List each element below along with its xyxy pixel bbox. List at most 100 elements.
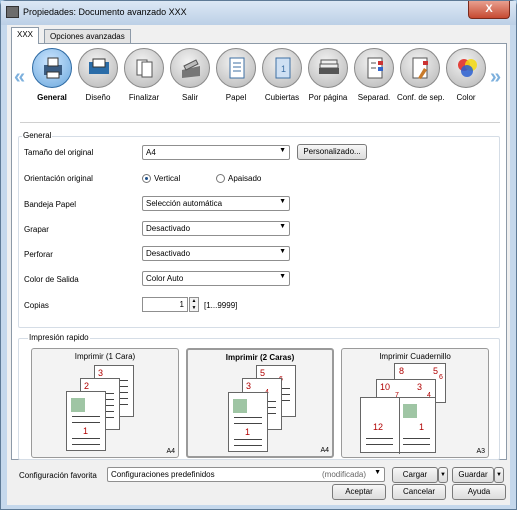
feature-label: Cubiertas (264, 93, 300, 102)
chevron-down-icon: ▼ (279, 223, 286, 230)
page-icon: 12 1 (360, 397, 436, 454)
divider (20, 122, 500, 123)
paper-size: A4 (166, 448, 175, 455)
feature-separator-settings[interactable]: Conf. de sep. (397, 48, 445, 102)
preset-label: Imprimir Cuadernillo (379, 352, 451, 361)
paper-size: A4 (320, 447, 329, 454)
color-icon (458, 59, 477, 77)
chevron-down-icon: ▼ (374, 469, 381, 476)
save-dropdown-button[interactable]: ▼ (494, 467, 504, 483)
cover-icon: 1 (275, 57, 291, 79)
scroll-right-button[interactable]: » (490, 66, 501, 89)
feature-covers[interactable]: 1 Cubiertas (259, 48, 305, 102)
output-color-label: Color de Salida (24, 275, 79, 284)
page-number: 3 (98, 368, 104, 378)
preset-two-sided[interactable]: Imprimir (2 Caras) 56 34 1 A4 (186, 348, 334, 458)
feature-layout[interactable]: Diseño (75, 48, 121, 102)
favorites-select[interactable]: Configuraciones predefinidos (modificada)… (107, 467, 385, 482)
feature-color[interactable]: Color (443, 48, 489, 102)
chevron-down-icon: ▼ (279, 147, 286, 154)
page-icon: 1 (228, 392, 268, 452)
preset-booklet[interactable]: Imprimir Cuadernillo 856 10 3 4 7 12 1 A3 (341, 348, 489, 458)
feature-output[interactable]: Salir (167, 48, 213, 102)
printer-icon (6, 6, 19, 18)
punch-select[interactable]: Desactivado ▼ (142, 246, 290, 261)
feature-label: Papel (225, 93, 247, 102)
tray-value: Selección automática (146, 199, 223, 208)
chevron-down-icon: ▼ (279, 198, 286, 205)
punch-value: Desactivado (146, 249, 191, 258)
modified-flag: (modificada) (321, 470, 366, 479)
output-color-select[interactable]: Color Auto ▼ (142, 271, 290, 286)
copies-label: Copias (24, 301, 49, 310)
separator-settings-icon (412, 57, 428, 79)
feature-label: Separad. (357, 93, 391, 102)
preset-label: Imprimir (1 Cara) (74, 352, 136, 361)
feature-label: Color (456, 93, 476, 102)
scroll-left-button[interactable]: « (14, 66, 25, 89)
cancel-button[interactable]: Cancelar (392, 484, 446, 500)
paper-size-value: A4 (146, 148, 156, 157)
svg-text:1: 1 (281, 64, 286, 74)
page-icon: 1 (66, 391, 106, 451)
page-number: 3 (246, 381, 252, 391)
feature-finishing[interactable]: Finalizar (121, 48, 167, 102)
tab-xxx[interactable]: XXX (11, 27, 40, 44)
feature-paper[interactable]: Papel (213, 48, 259, 102)
general-group-title: General (22, 131, 53, 140)
preset-label: Imprimir (2 Caras) (225, 353, 295, 362)
page-number: 1 (83, 426, 89, 436)
staple-label: Grapar (24, 225, 49, 234)
staple-value: Desactivado (146, 224, 191, 233)
copies-input[interactable]: 1 (142, 297, 188, 312)
feature-label: Diseño (85, 93, 111, 102)
landscape-radio[interactable] (216, 174, 225, 183)
feature-icon-bar: « » General Diseño Finalizar Salir Papel… (12, 46, 506, 124)
window-title: Propiedades: Documento avanzado XXX (23, 7, 187, 17)
preset-one-sided[interactable]: Imprimir (1 Cara) 3 2 1 A4 (31, 348, 179, 458)
staple-select[interactable]: Desactivado ▼ (142, 221, 290, 236)
properties-window: Propiedades: Documento avanzado XXX X XX… (0, 0, 517, 510)
copies-spinner[interactable]: ▲ ▼ (189, 297, 199, 312)
output-tray-icon (182, 59, 200, 78)
ok-button[interactable]: Aceptar (332, 484, 386, 500)
output-color-value: Color Auto (146, 274, 184, 283)
chevron-down-icon: ▼ (279, 273, 286, 280)
feature-separators[interactable]: Separad. (351, 48, 397, 102)
page-number: 2 (84, 381, 90, 391)
load-button[interactable]: Cargar (392, 467, 438, 483)
paper-size: A3 (476, 448, 485, 455)
page-number: 5 (260, 368, 266, 378)
tab-advanced-options[interactable]: Opciones avanzadas (44, 29, 131, 44)
load-dropdown-button[interactable]: ▼ (438, 467, 448, 483)
feature-per-page[interactable]: Por página (305, 48, 351, 102)
quick-print-title: Impresión rapido (28, 333, 90, 342)
page-number: 5 (433, 366, 439, 376)
custom-size-button[interactable]: Personalizado... (297, 144, 367, 160)
paper-size-label: Tamaño del original (24, 148, 94, 157)
dialog-client: XXX Opciones avanzadas « » General Diseñ… (7, 25, 510, 505)
orientation-label: Orientación original (24, 174, 93, 183)
tab-pane: « » General Diseño Finalizar Salir Papel… (11, 43, 507, 460)
landscape-label[interactable]: Apaisado (228, 174, 261, 183)
portrait-label[interactable]: Vertical (154, 174, 180, 183)
page-number: 3 (417, 382, 423, 392)
feature-general[interactable]: General (29, 48, 75, 102)
chevron-down-icon: ▼ (279, 248, 286, 255)
tray-select[interactable]: Selección automática ▼ (142, 196, 290, 211)
feature-label: Conf. de sep. (397, 93, 445, 102)
feature-label: Finalizar (128, 93, 160, 102)
per-page-icon (319, 59, 339, 74)
title-bar: Propiedades: Documento avanzado XXX X (1, 1, 516, 25)
paper-icon (229, 57, 245, 79)
punch-label: Perforar (24, 250, 53, 259)
tray-label: Bandeja Papel (24, 200, 77, 209)
save-button[interactable]: Guardar (452, 467, 494, 483)
paper-size-select[interactable]: A4 ▼ (142, 145, 290, 160)
close-button[interactable]: X (468, 1, 510, 19)
portrait-radio[interactable] (142, 174, 151, 183)
page-number: 8 (399, 366, 405, 376)
help-button[interactable]: Ayuda (452, 484, 506, 500)
printer-icon (44, 57, 62, 79)
feature-label: Salir (181, 93, 198, 102)
